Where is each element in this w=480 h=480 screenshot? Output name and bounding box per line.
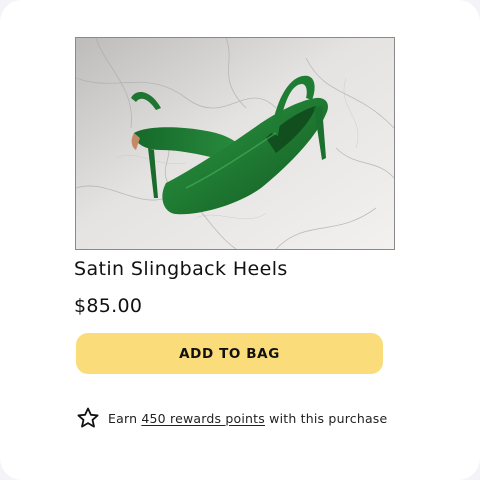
rewards-suffix: with this purchase	[264, 410, 388, 426]
rewards-points-link[interactable]: 450 rewards points	[141, 411, 265, 426]
product-name: Satin Slingback Heels	[74, 258, 288, 280]
add-to-bag-button[interactable]: ADD TO BAG	[76, 333, 383, 374]
product-card: Satin Slingback Heels $85.00 ADD TO BAG …	[0, 0, 480, 480]
product-image[interactable]	[75, 37, 395, 250]
shoe-photo	[76, 38, 394, 249]
rewards-text: Earn 450 rewards points with this purcha…	[108, 411, 387, 426]
star-outline-icon	[76, 406, 100, 430]
rewards-prefix: Earn	[108, 410, 142, 426]
rewards-info: Earn 450 rewards points with this purcha…	[76, 404, 387, 432]
product-price: $85.00	[74, 295, 143, 317]
